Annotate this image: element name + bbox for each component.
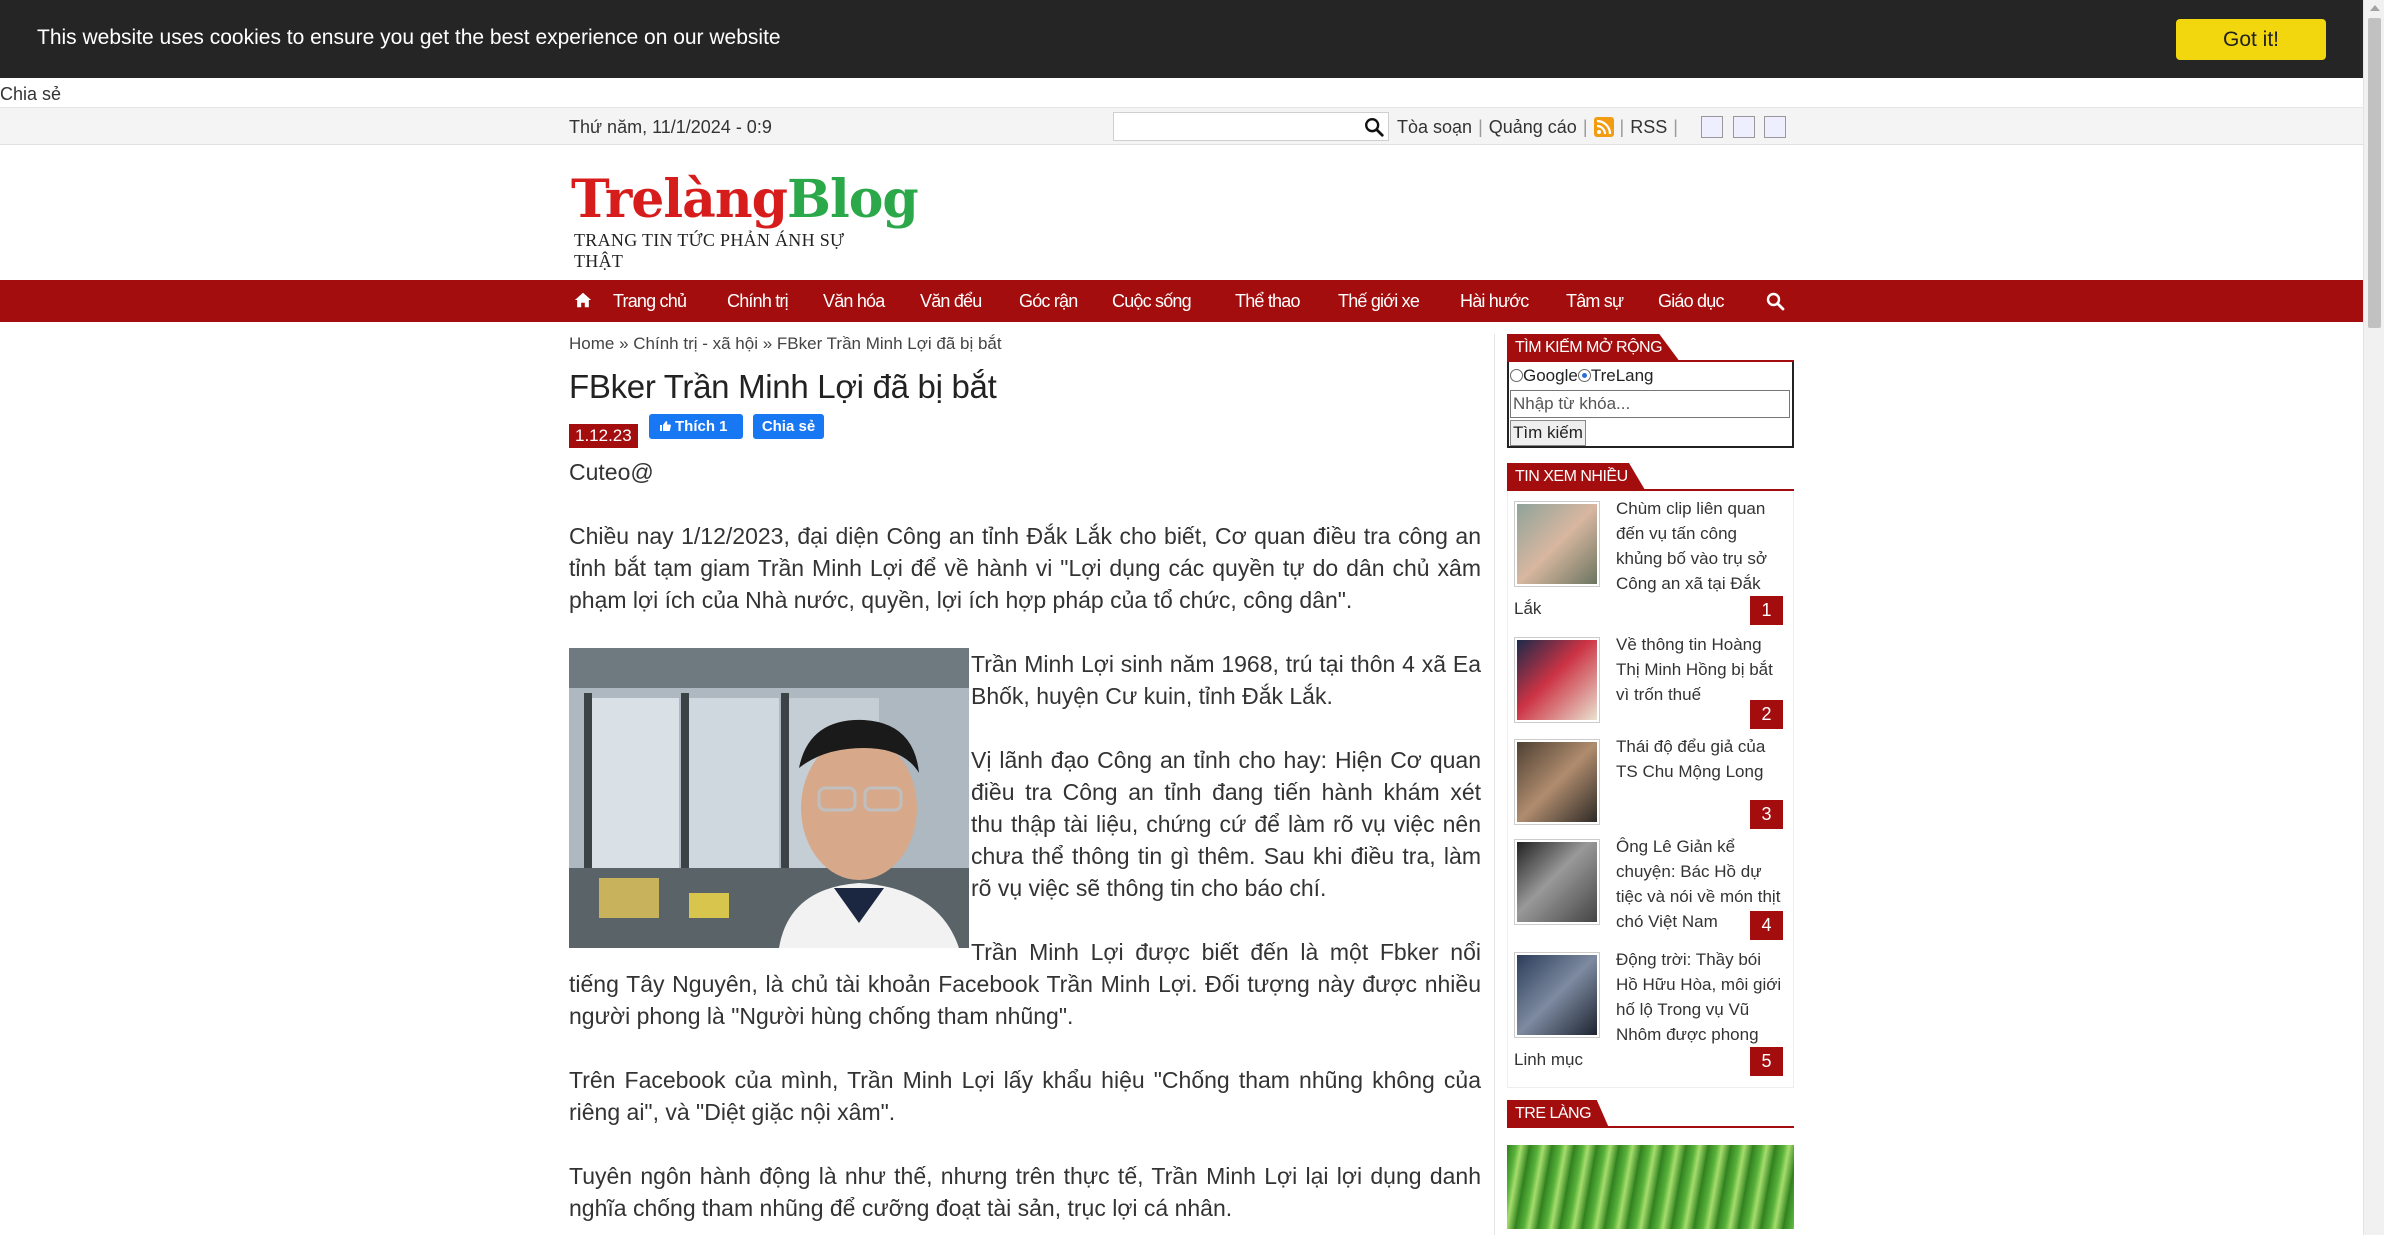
scrollbar-thumb[interactable]	[2368, 18, 2381, 328]
rank-badge: 5	[1750, 1047, 1783, 1076]
social-icon-1[interactable]	[1701, 116, 1723, 138]
list-item-title[interactable]: Thái độ đểu giả của TS Chu Mộng Long	[1616, 737, 1765, 781]
search-icon[interactable]	[1363, 116, 1385, 138]
keyword-input[interactable]: Nhập từ khóa...	[1510, 390, 1790, 418]
logo-tagline: TRANG TIN TỨC PHẢN ÁNH SỰ THẬT	[574, 230, 845, 271]
logo-text-part1: Trelàng	[571, 169, 788, 230]
list-item[interactable]: Thái độ đểu giả của TS Chu Mộng Long 3	[1514, 734, 1787, 834]
article-title: FBker Trần Minh Lợi đã bị bắt	[569, 368, 997, 405]
logo-text-part2: Blog	[787, 169, 919, 230]
cookie-message: This website uses cookies to ensure you …	[37, 26, 781, 49]
article-author: Cuteo@	[569, 459, 654, 485]
top-links: Tòa soạn | Quảng cáo | | RSS |	[1397, 117, 1678, 137]
rank-badge: 4	[1750, 911, 1783, 940]
breadcrumb-current[interactable]: FBker Trần Minh Lợi đã bị bắt	[777, 334, 1002, 353]
section-header: TRE LÀNG	[1507, 1100, 1794, 1128]
radio-google[interactable]	[1510, 369, 1523, 382]
radio-trelang-label: TreLang	[1590, 366, 1654, 385]
social-icon-3[interactable]	[1764, 116, 1786, 138]
extended-search-form: Google TreLang Nhập từ khóa... Tìm kiếm	[1507, 362, 1794, 448]
article-paragraph: Chiều nay 1/12/2023, đại diện Công an tỉ…	[569, 523, 1481, 613]
breadcrumb-separator: »	[614, 334, 634, 353]
top-search-input[interactable]	[1113, 112, 1389, 141]
tre-lang-title: TRE LÀNG	[1507, 1100, 1610, 1128]
bamboo-image[interactable]	[1507, 1145, 1794, 1229]
nav-item-the-gioi-xe[interactable]: Thế giới xe	[1338, 291, 1420, 312]
portrait-photo	[569, 648, 969, 948]
breadcrumb: Home » Chính trị - xã hội » FBker Trần M…	[569, 334, 1002, 354]
section-header: TIN XEM NHIỀU	[1507, 463, 1794, 491]
nav-item-cuoc-song[interactable]: Cuộc sống	[1112, 291, 1192, 312]
thumbnail[interactable]	[1514, 739, 1600, 825]
rank-badge: 2	[1750, 700, 1783, 729]
nav-item-the-thao[interactable]: Thể thao	[1235, 291, 1300, 312]
cookie-accept-button[interactable]: Got it!	[2176, 19, 2326, 60]
nav-item-trang-chu[interactable]: Trang chủ	[613, 291, 687, 312]
scroll-up-arrow-icon[interactable]	[2370, 5, 2380, 11]
rank-badge: 3	[1750, 800, 1783, 829]
link-toa-soan[interactable]: Tòa soạn	[1397, 117, 1472, 137]
nav-item-hai-huoc[interactable]: Hài hước	[1460, 291, 1529, 312]
list-item[interactable]: Chùm clip liên quan đến vụ tấn công khủn…	[1514, 496, 1787, 632]
search-submit-button[interactable]: Tìm kiếm	[1510, 420, 1586, 446]
link-rss[interactable]: RSS	[1630, 117, 1667, 137]
nav-item-tam-su[interactable]: Tâm sự	[1566, 291, 1624, 312]
most-read-list: Chùm clip liên quan đến vụ tấn công khủn…	[1507, 491, 1794, 1088]
publish-date-badge: 1.12.23	[569, 424, 638, 448]
main-nav: Trang chủ Chính trị Văn hóa Văn đểu Góc …	[0, 280, 2363, 322]
nav-item-van-deu[interactable]: Văn đểu	[920, 291, 982, 312]
facebook-share-button[interactable]: Chia sẻ	[753, 414, 824, 439]
facebook-like-label: Thích 1	[675, 418, 728, 435]
thumbnail[interactable]	[1514, 839, 1600, 925]
article-paragraph: Trần Minh Lợi được biết đến là một Fbker…	[569, 939, 1481, 1029]
current-date: Thứ năm, 11/1/2024 - 0:9	[569, 117, 772, 137]
nav-item-goc-ran[interactable]: Góc rận	[1019, 291, 1078, 312]
article-body: Cuteo@ Chiều nay 1/12/2023, đại diện Côn…	[569, 456, 1481, 1235]
social-icon-2[interactable]	[1733, 116, 1755, 138]
most-read-section: TIN XEM NHIỀU Chùm clip liên quan đến vụ…	[1507, 463, 1794, 1088]
radio-google-label: Google	[1523, 366, 1578, 385]
breadcrumb-separator: »	[758, 334, 777, 353]
facebook-like-button[interactable]: Thích 1	[649, 414, 743, 439]
nav-item-chinh-tri[interactable]: Chính trị	[727, 291, 789, 312]
share-link[interactable]: Chia sẻ	[0, 84, 61, 105]
article-paragraph: Tuyên ngôn hành động là như thế, nhưng t…	[569, 1163, 1481, 1221]
list-item[interactable]: Về thông tin Hoàng Thị Minh Hồng bị bắt …	[1514, 632, 1787, 734]
link-quang-cao[interactable]: Quảng cáo	[1489, 117, 1577, 137]
home-icon[interactable]	[574, 291, 592, 309]
search-icon[interactable]	[1765, 291, 1785, 311]
page-scrollbar[interactable]	[2363, 0, 2384, 1235]
thumbnail[interactable]	[1514, 952, 1600, 1038]
radio-trelang[interactable]	[1577, 369, 1591, 382]
list-item[interactable]: Động trời: Thầy bói Hồ Hữu Hòa, môi giới…	[1514, 947, 1787, 1083]
breadcrumb-category[interactable]: Chính trị - xã hội	[633, 334, 758, 353]
breadcrumb-home[interactable]: Home	[569, 334, 614, 353]
thumbs-up-icon	[660, 421, 671, 431]
tre-lang-section: TRE LÀNG	[1507, 1100, 1794, 1229]
list-item[interactable]: Ông Lê Giản kể chuyện: Bác Hồ dự tiệc và…	[1514, 834, 1787, 947]
article-paragraph: Trên Facebook của mình, Trần Minh Lợi lấ…	[569, 1067, 1481, 1125]
rank-badge: 1	[1750, 596, 1783, 625]
thumbnail[interactable]	[1514, 637, 1600, 723]
most-read-title: TIN XEM NHIỀU	[1507, 463, 1646, 491]
top-bar: Thứ năm, 11/1/2024 - 0:9 Tòa soạn | Quảng …	[0, 107, 2363, 145]
thumbnail[interactable]	[1514, 501, 1600, 587]
site-logo[interactable]: TrelàngBlog TRANG TIN TỨC PHẢN ÁNH SỰ TH…	[571, 169, 919, 272]
nav-item-van-hoa[interactable]: Văn hóa	[823, 291, 885, 312]
section-header: TÌM KIẾM MỞ RỘNG	[1507, 334, 1794, 362]
article-photo	[569, 648, 969, 948]
nav-item-giao-duc[interactable]: Giáo dục	[1658, 291, 1724, 312]
rss-icon[interactable]	[1593, 117, 1614, 137]
cookie-banner: This website uses cookies to ensure you …	[0, 0, 2363, 78]
list-item-title[interactable]: Về thông tin Hoàng Thị Minh Hồng bị bắt …	[1616, 635, 1773, 704]
column-divider	[1494, 334, 1495, 1235]
sidebar: TÌM KIẾM MỞ RỘNG Google TreLang Nhập từ k…	[1507, 334, 1794, 1229]
search-section-title: TÌM KIẾM MỞ RỘNG	[1507, 334, 1681, 362]
